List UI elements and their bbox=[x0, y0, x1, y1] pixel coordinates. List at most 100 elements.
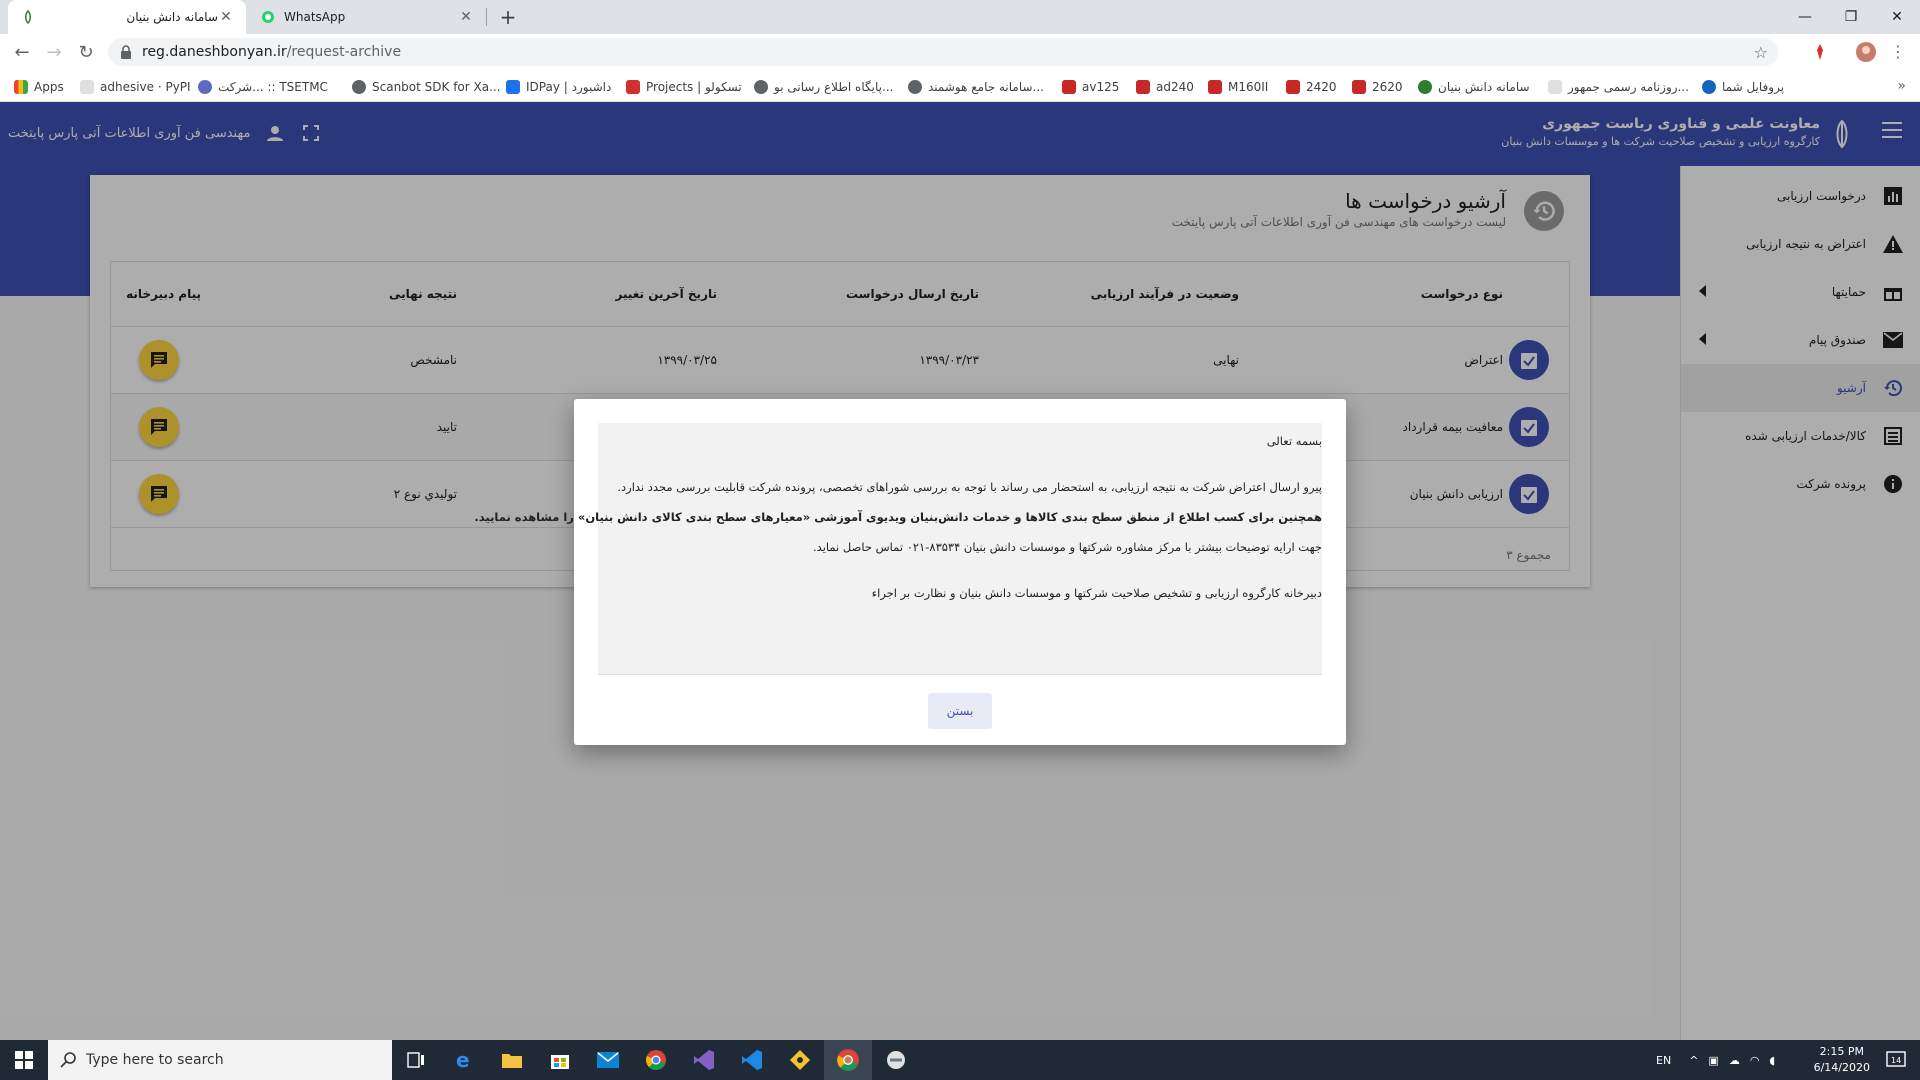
bookmark-item[interactable]: M160II bbox=[1208, 78, 1268, 96]
bookmark-label: IDPay | داشبورد bbox=[526, 80, 612, 94]
minimize-icon[interactable]: — bbox=[1782, 0, 1828, 34]
close-tab-icon[interactable]: ✕ bbox=[218, 9, 234, 25]
chevron-up-icon[interactable]: ^ bbox=[1689, 1054, 1698, 1067]
bookmark-label: پایگاه اطلاع رسانی بو... bbox=[774, 80, 894, 94]
task-view-icon[interactable] bbox=[392, 1040, 440, 1080]
page-icon bbox=[1548, 80, 1562, 94]
chrome-active-icon[interactable] bbox=[824, 1040, 872, 1080]
taskbar-search[interactable]: Type here to search bbox=[48, 1040, 392, 1080]
bookmark-item[interactable]: پایگاه اطلاع رسانی بو... bbox=[754, 78, 893, 96]
bookmark-apps[interactable]: Apps bbox=[14, 78, 64, 96]
iran-emblem-icon bbox=[1418, 80, 1432, 94]
app-icon[interactable] bbox=[872, 1040, 920, 1080]
bookmark-item[interactable]: adhesive · PyPI bbox=[80, 78, 191, 96]
tsetmc-icon bbox=[198, 80, 212, 94]
bookmark-label: روزنامه رسمی جمهور... bbox=[1568, 80, 1689, 94]
router-icon bbox=[1062, 80, 1076, 94]
new-tab-button[interactable]: + bbox=[496, 6, 520, 30]
onedrive-cloud-icon[interactable]: ☁ bbox=[1729, 1054, 1740, 1067]
taskbar-clock[interactable]: 2:15 PM 6/14/2020 bbox=[1814, 1044, 1870, 1076]
windows-logo-icon bbox=[15, 1051, 33, 1069]
notification-center-icon[interactable]: 14 bbox=[1886, 1050, 1906, 1070]
store-icon[interactable] bbox=[536, 1040, 584, 1080]
bookmark-label: M160II bbox=[1228, 80, 1269, 94]
avatar[interactable] bbox=[1856, 42, 1876, 62]
router-icon bbox=[1352, 80, 1366, 94]
search-placeholder: Type here to search bbox=[86, 1052, 224, 1068]
globe-icon bbox=[908, 80, 922, 94]
wifi-icon[interactable]: ◠ bbox=[1750, 1054, 1760, 1067]
language-indicator[interactable]: EN bbox=[1656, 1054, 1671, 1067]
git-client-icon[interactable] bbox=[776, 1040, 824, 1080]
bookmark-item[interactable]: سامانه دانش بنیان bbox=[1418, 78, 1530, 96]
apps-grid-icon bbox=[14, 80, 28, 94]
dialog-greeting: بسمه تعالی bbox=[1266, 434, 1322, 448]
vscode-icon[interactable] bbox=[728, 1040, 776, 1080]
bookmark-item[interactable]: سامانه جامع هوشمند... bbox=[908, 78, 1044, 96]
dialog-content: بسمه تعالی پیرو ارسال اعتراض شرکت به نتی… bbox=[474, 423, 1322, 675]
bookmark-label: av125 bbox=[1082, 80, 1120, 94]
bookmark-item[interactable]: پروفایل شما bbox=[1702, 78, 1784, 96]
window-controls: — ❐ ✕ bbox=[1782, 0, 1920, 34]
bookmark-label: Scanbot SDK for Xa... bbox=[372, 80, 501, 94]
bookmarks-bar: Apps adhesive · PyPI شرکت... :: TSETMC S… bbox=[0, 70, 1920, 102]
whatsapp-icon bbox=[260, 9, 276, 25]
visual-studio-icon[interactable] bbox=[680, 1040, 728, 1080]
bookmark-item[interactable]: ad240 bbox=[1136, 78, 1194, 96]
restore-icon[interactable]: ❐ bbox=[1828, 0, 1874, 34]
bookmark-label: Apps bbox=[34, 80, 64, 94]
address-bar[interactable]: reg.daneshbonyan.ir/request-archive ☆ bbox=[108, 38, 1778, 66]
bookmark-label: 2620 bbox=[1372, 80, 1403, 94]
bookmark-item[interactable]: 2620 bbox=[1352, 78, 1403, 96]
edge-icon[interactable]: e bbox=[440, 1040, 488, 1080]
back-arrow-icon[interactable]: ← bbox=[10, 40, 34, 64]
bookmark-star-icon[interactable]: ☆ bbox=[1754, 43, 1768, 62]
dialog-line-bold: همچنین برای کسب اطلاع از منطق سطح بندی ک… bbox=[474, 510, 1322, 524]
tab-whatsapp[interactable]: WhatsApp ✕ bbox=[248, 0, 486, 34]
bookmark-label: 2420 bbox=[1306, 80, 1337, 94]
url-host: reg.daneshbonyan.ir bbox=[142, 44, 287, 60]
forward-arrow-icon[interactable]: → bbox=[42, 40, 66, 64]
clock-time: 2:15 PM bbox=[1819, 1045, 1864, 1058]
extension-pin-icon[interactable] bbox=[1810, 42, 1830, 62]
page-icon bbox=[80, 80, 94, 94]
dialog-signature: دبیرخانه کارگروه ارزیابی و تشخیص صلاحیت … bbox=[871, 586, 1322, 600]
volume-icon[interactable]: ◖ bbox=[1769, 1054, 1775, 1067]
bookmark-label: سامانه جامع هوشمند... bbox=[928, 80, 1044, 94]
bookmarks-overflow-icon[interactable]: » bbox=[1897, 78, 1906, 94]
bookmark-item[interactable]: av125 bbox=[1062, 78, 1119, 96]
bookmark-label: شرکت... :: TSETMC bbox=[218, 80, 328, 94]
close-window-icon[interactable]: ✕ bbox=[1874, 0, 1920, 34]
usb-icon[interactable]: ▣ bbox=[1708, 1054, 1718, 1067]
system-tray: EN ^ ▣ ☁ ◠ ◖ bbox=[1656, 1040, 1783, 1080]
bookmark-item[interactable]: Projects | تسکولو bbox=[626, 78, 742, 96]
globe-icon bbox=[754, 80, 768, 94]
bookmark-label: adhesive · PyPI bbox=[100, 80, 191, 94]
mail-app-icon[interactable] bbox=[584, 1040, 632, 1080]
dialog-line: جهت ارایه توضیحات بیشتر با مرکز مشاوره ش… bbox=[813, 540, 1322, 554]
bookmark-item[interactable]: شرکت... :: TSETMC bbox=[198, 78, 328, 96]
close-button[interactable]: بستن bbox=[928, 693, 992, 729]
search-icon bbox=[60, 1052, 76, 1068]
start-button[interactable] bbox=[0, 1040, 48, 1080]
bookmark-label: Projects | تسکولو bbox=[646, 80, 742, 94]
close-tab-icon[interactable]: ✕ bbox=[458, 9, 474, 25]
message-dialog: بسمه تعالی پیرو ارسال اعتراض شرکت به نتی… bbox=[474, 399, 1346, 745]
tab-danesh[interactable]: سامانه دانش بنیان ✕ bbox=[8, 0, 246, 34]
reload-icon[interactable]: ↻ bbox=[74, 40, 98, 64]
url-path: /request-archive bbox=[286, 44, 402, 60]
tab-title: WhatsApp bbox=[284, 10, 346, 24]
profile-icon bbox=[1702, 80, 1716, 94]
bookmark-item[interactable]: Scanbot SDK for Xa... bbox=[352, 78, 501, 96]
bookmark-label: ad240 bbox=[1156, 80, 1194, 94]
clock-date: 6/14/2020 bbox=[1813, 1061, 1870, 1074]
bookmark-item[interactable]: 2420 bbox=[1286, 78, 1337, 96]
lock-icon bbox=[121, 45, 131, 59]
bookmark-item[interactable]: روزنامه رسمی جمهور... bbox=[1548, 78, 1689, 96]
file-explorer-icon[interactable] bbox=[488, 1040, 536, 1080]
browser-menu-icon[interactable]: ⋮ bbox=[1890, 42, 1906, 61]
bookmark-item[interactable]: IDPay | داشبورد bbox=[506, 78, 611, 96]
browser-tabstrip: سامانه دانش بنیان ✕ WhatsApp ✕ + — ❐ ✕ bbox=[0, 0, 1920, 34]
chrome-icon[interactable] bbox=[632, 1040, 680, 1080]
browser-toolbar: ← → ↻ reg.daneshbonyan.ir/request-archiv… bbox=[0, 34, 1920, 70]
